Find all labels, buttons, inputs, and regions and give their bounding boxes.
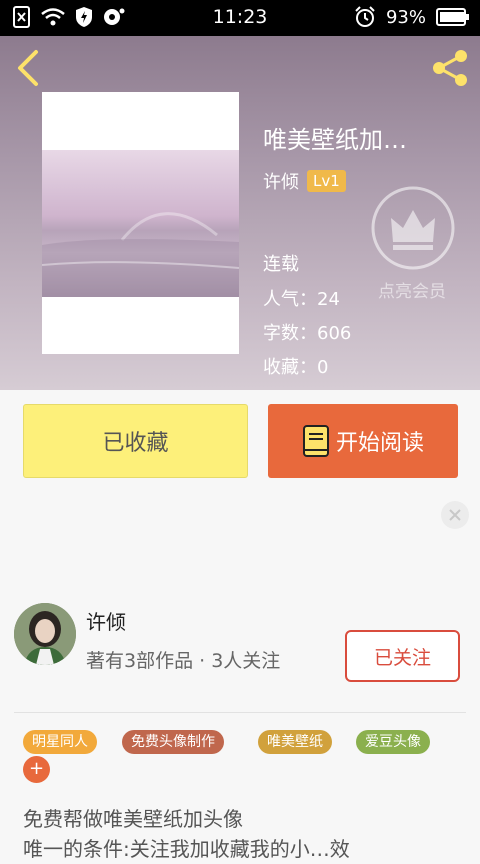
rainbow-graphic [42, 212, 239, 297]
back-button[interactable] [14, 48, 44, 88]
share-button[interactable] [430, 48, 470, 88]
word-count-stat: 字数：606 [263, 319, 351, 345]
tag-item[interactable]: 爱豆头像 [356, 730, 430, 754]
follow-label: 已关注 [373, 646, 431, 669]
crown-icon [371, 186, 455, 270]
status-bar: 11:23 93% [0, 0, 480, 36]
member-label: 点亮会员 [378, 282, 446, 302]
tag-item[interactable]: 免费头像制作 [122, 730, 224, 754]
close-icon [449, 509, 461, 521]
book-cover[interactable] [42, 92, 239, 354]
tag-item[interactable]: 唯美壁纸 [258, 730, 332, 754]
divider [14, 712, 466, 713]
author-name[interactable]: 许倾 [263, 168, 299, 194]
popularity-label: 人气： [263, 289, 317, 310]
favorited-button[interactable]: 已收藏 [23, 404, 248, 478]
member-crown-button[interactable] [371, 186, 455, 270]
start-reading-button[interactable]: 开始阅读 [268, 404, 458, 478]
status-icons-right: 93% [354, 6, 470, 28]
close-ad-button[interactable] [441, 501, 469, 529]
favorites-stat: 收藏：0 [263, 353, 328, 379]
cover-image [42, 150, 239, 297]
alarm-icon [355, 6, 375, 27]
favorites-label: 收藏： [263, 357, 317, 378]
book-description: 免费帮做唯美壁纸加头像 唯一的条件:关注我加收藏我的小…效 [23, 804, 463, 864]
chevron-left-icon [18, 50, 38, 86]
level-badge: Lv1 [307, 170, 346, 192]
battery-percent: 93% [385, 6, 426, 28]
favorites-value: 0 [317, 357, 329, 378]
description-line-2: 唯一的条件:关注我加收藏我的小…效 [23, 837, 350, 861]
share-icon [433, 50, 467, 86]
add-tag-button[interactable]: + [23, 756, 50, 783]
author-row: 许倾 Lv1 [263, 168, 346, 194]
word-count-label: 字数： [263, 323, 317, 344]
battery-icon [436, 8, 469, 26]
serial-status: 连载 [263, 254, 299, 275]
writer-info: 著有3部作品 · 3人关注 [86, 650, 281, 672]
favorited-label: 已收藏 [102, 431, 169, 456]
start-reading-label: 开始阅读 [335, 431, 424, 456]
book-title: 唯美壁纸加… [263, 126, 407, 154]
avatar-image [14, 603, 76, 665]
popularity-value: 24 [317, 289, 340, 310]
writer-name[interactable]: 许倾 [86, 606, 126, 635]
follow-button[interactable]: 已关注 [345, 630, 460, 682]
tag-item[interactable]: 明星同人 [23, 730, 97, 754]
description-line-1: 免费帮做唯美壁纸加头像 [23, 807, 243, 831]
popularity-stat: 人气：24 [263, 285, 340, 311]
avatar[interactable] [14, 603, 76, 665]
word-count-value: 606 [317, 323, 352, 344]
book-icon [302, 425, 329, 457]
